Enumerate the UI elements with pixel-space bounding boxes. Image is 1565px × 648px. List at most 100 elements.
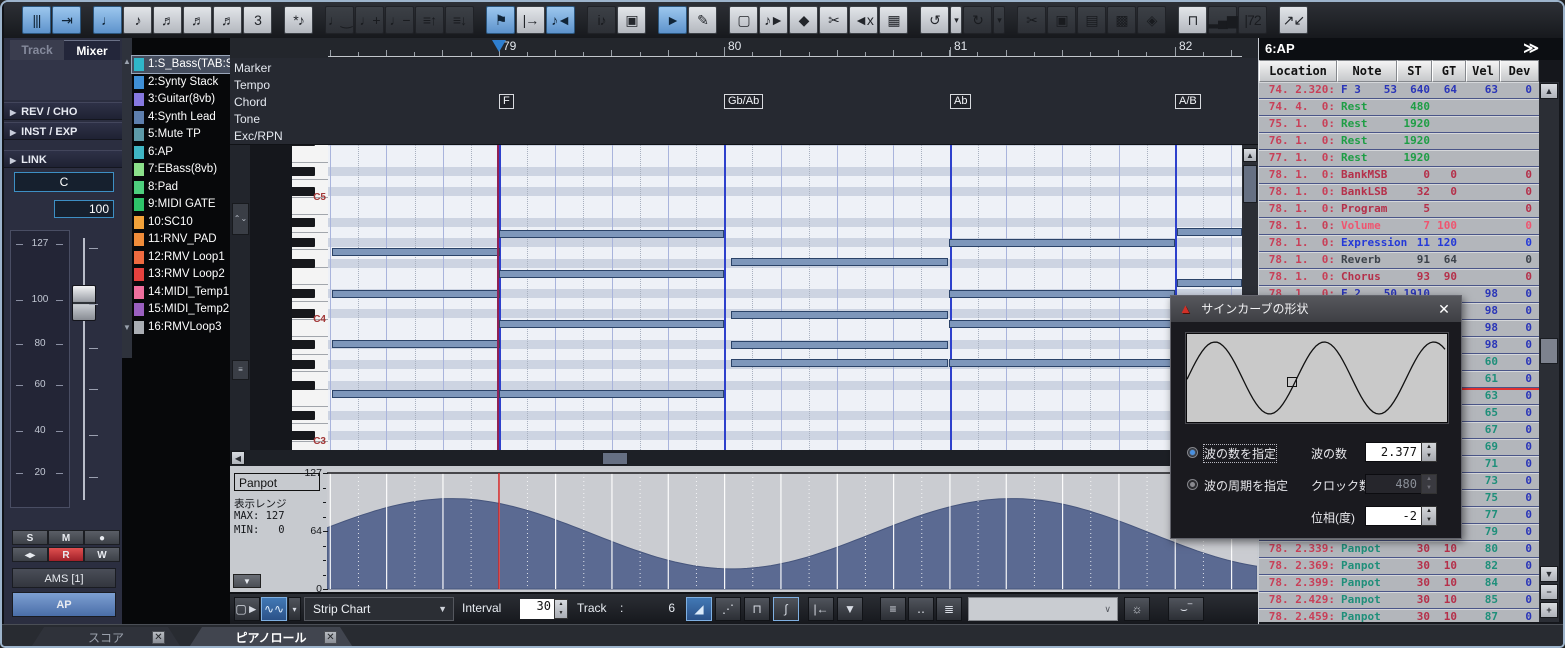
section-inst-exp[interactable]: ▶INST / EXP bbox=[4, 122, 122, 140]
track-row[interactable]: 5:Mute TP bbox=[132, 126, 230, 143]
column-header-location[interactable]: Location bbox=[1259, 60, 1337, 82]
scroll-left-icon[interactable]: ◀ bbox=[231, 451, 245, 465]
wave-period-radio-label[interactable]: 波の周期を指定 bbox=[1204, 477, 1288, 494]
event-row[interactable]: 78. 1. 0:BankMSB000 bbox=[1259, 167, 1539, 184]
track-row[interactable]: 2:Synty Stack bbox=[132, 74, 230, 91]
event-row[interactable]: 78. 1. 0:Expression111200 bbox=[1259, 235, 1539, 252]
detail-list-button[interactable]: ≣ bbox=[936, 597, 962, 621]
link-value-input[interactable]: C bbox=[14, 172, 114, 192]
black-key[interactable] bbox=[292, 259, 315, 268]
midi-note[interactable] bbox=[332, 290, 500, 298]
black-key[interactable] bbox=[292, 411, 315, 420]
note-select-tool-button[interactable]: ♪► bbox=[759, 6, 788, 34]
scroll-up-icon[interactable]: ▲ bbox=[122, 56, 132, 68]
filter-button[interactable]: ▼ bbox=[837, 597, 863, 621]
timeline-ruler[interactable]: 79808182 bbox=[230, 38, 1258, 58]
column-header-gt[interactable]: GT bbox=[1432, 60, 1466, 82]
section-rev-cho[interactable]: ▶REV / CHO bbox=[4, 102, 122, 120]
meta-row-label[interactable]: Chord bbox=[234, 95, 267, 109]
split-view-button[interactable]: ⌃⌄ bbox=[232, 203, 249, 235]
event-row[interactable]: 75. 1. 0:Rest1920 bbox=[1259, 116, 1539, 133]
midi-note[interactable] bbox=[499, 270, 724, 278]
track-row[interactable]: 6:AP bbox=[132, 144, 230, 161]
vscroll-thumb[interactable] bbox=[1243, 165, 1257, 203]
dialog-title-bar[interactable]: ▲ サインカーブの形状 bbox=[1171, 296, 1461, 322]
event-row[interactable]: 74. 2.320:F 35364064630 bbox=[1259, 82, 1539, 99]
pedal-view-button[interactable]: ⌣‾ bbox=[1168, 597, 1204, 621]
keyboard-select-tool-button[interactable]: ▦ bbox=[879, 6, 908, 34]
black-key[interactable] bbox=[292, 187, 315, 196]
black-key[interactable] bbox=[292, 238, 315, 247]
tab-track[interactable]: Track bbox=[10, 40, 64, 60]
track-row[interactable]: 1:S_Bass(TAB:S) bbox=[132, 56, 230, 73]
chord-marker[interactable]: Gb/Ab bbox=[724, 94, 763, 109]
ams-button[interactable]: AMS [1] bbox=[12, 568, 116, 588]
preset-select[interactable]: ∨ bbox=[968, 597, 1118, 621]
black-key[interactable] bbox=[292, 145, 315, 146]
black-key[interactable] bbox=[292, 360, 315, 369]
track-row[interactable]: 3:Guitar(8vb) bbox=[132, 91, 230, 108]
midi-note[interactable] bbox=[499, 230, 724, 238]
event-row[interactable]: 78. 2.459:Panpot3010870 bbox=[1259, 609, 1539, 622]
midi-note[interactable] bbox=[1177, 228, 1242, 236]
black-key[interactable] bbox=[292, 167, 315, 176]
record-button[interactable]: ● bbox=[84, 530, 120, 545]
ramp-shape-button[interactable]: ◢ bbox=[686, 597, 712, 621]
note-eighth-button[interactable]: ♪ bbox=[123, 6, 152, 34]
select-tool-button[interactable]: ► bbox=[658, 6, 687, 34]
playhead-marker-icon[interactable] bbox=[492, 40, 506, 52]
wave-count-radio[interactable] bbox=[1187, 447, 1198, 458]
pencil-tool-button[interactable]: ✎ bbox=[688, 6, 717, 34]
view-options-button[interactable]: ≡ bbox=[232, 360, 249, 380]
zoom-out-rows-button[interactable]: − bbox=[1540, 584, 1558, 600]
line-shape-button[interactable]: ⋰ bbox=[715, 597, 741, 621]
sine-curve-preview[interactable] bbox=[1186, 333, 1448, 423]
strip-collapse-button[interactable]: ▼ bbox=[233, 574, 261, 588]
black-key[interactable] bbox=[292, 340, 315, 349]
track-list-scrollbar[interactable]: ▲ ▼ bbox=[122, 38, 132, 358]
eraser-tool-button[interactable]: ◆ bbox=[789, 6, 818, 34]
hscroll-thumb[interactable] bbox=[602, 452, 628, 465]
track-row[interactable]: 11:RNV_PAD bbox=[132, 231, 230, 248]
sine-curve-tool[interactable]: ∿∿ bbox=[261, 597, 287, 621]
midi-note[interactable] bbox=[332, 390, 499, 398]
list-view-button[interactable]: ≡ bbox=[880, 597, 906, 621]
midi-note[interactable] bbox=[731, 341, 948, 349]
strip-select-tool[interactable]: ▢► bbox=[234, 597, 260, 621]
undo-button[interactable]: ↺ bbox=[920, 6, 949, 34]
midi-note[interactable] bbox=[731, 258, 948, 266]
wave-count-input[interactable]: 2.377 bbox=[1365, 442, 1422, 462]
settings-button[interactable]: ☼ bbox=[1124, 597, 1150, 621]
note-frame-button[interactable]: ▣ bbox=[617, 6, 646, 34]
chord-marker[interactable]: F bbox=[499, 94, 514, 109]
track-row[interactable]: 9:MIDI GATE bbox=[132, 196, 230, 213]
scissors-tool-button[interactable]: ✂ bbox=[819, 6, 848, 34]
event-row[interactable]: 78. 2.339:Panpot3010800 bbox=[1259, 541, 1539, 558]
midi-note[interactable] bbox=[332, 340, 500, 348]
keyboard[interactable]: C5C4C3 bbox=[292, 145, 329, 450]
column-header-st[interactable]: ST bbox=[1397, 60, 1432, 82]
scroll-down-icon[interactable]: ▼ bbox=[1540, 566, 1558, 582]
curve-phase-handle[interactable] bbox=[1287, 377, 1297, 387]
meta-row-label[interactable]: Exc/RPN bbox=[234, 129, 283, 143]
scroll-up-icon[interactable]: ▲ bbox=[1243, 148, 1257, 162]
chart-mode-select[interactable]: Strip Chart▼ bbox=[304, 597, 454, 621]
black-key[interactable] bbox=[292, 431, 315, 440]
dotted-note-button[interactable]: *♪ bbox=[284, 6, 313, 34]
midi-note[interactable] bbox=[949, 290, 1175, 298]
track-row[interactable]: 8:Pad bbox=[132, 179, 230, 196]
midi-note[interactable] bbox=[949, 320, 1175, 328]
zoom-in-rows-button[interactable]: + bbox=[1540, 602, 1558, 618]
section-link[interactable]: ▶LINK bbox=[4, 150, 122, 168]
note-quarter-button[interactable]: ♩ bbox=[93, 6, 122, 34]
midi-note[interactable] bbox=[499, 390, 724, 398]
midi-note[interactable] bbox=[499, 320, 724, 328]
scurve-shape-button[interactable]: ∫ bbox=[773, 597, 799, 621]
wave-period-radio[interactable] bbox=[1187, 479, 1198, 490]
expand-panel-icon[interactable]: ≫ bbox=[1523, 38, 1539, 60]
audition-notes-button[interactable]: ♪◄ bbox=[546, 6, 575, 34]
track-row[interactable]: 15:MIDI_Temp2U bbox=[132, 301, 230, 318]
event-row[interactable]: 78. 1. 0:Program50 bbox=[1259, 201, 1539, 218]
event-row[interactable]: 78. 1. 0:BankLSB3200 bbox=[1259, 184, 1539, 201]
midi-note[interactable] bbox=[1177, 279, 1242, 287]
